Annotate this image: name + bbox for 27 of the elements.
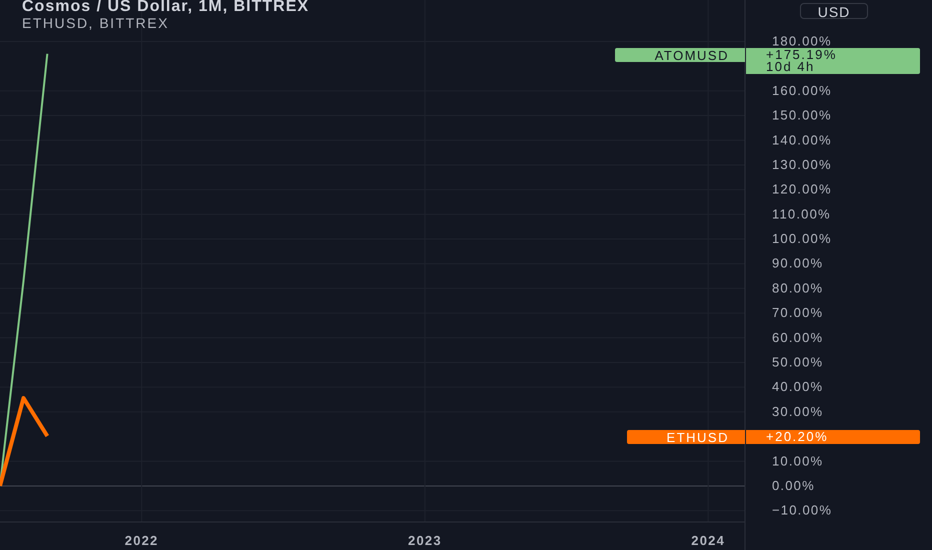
y-axis-label: 60.00%: [772, 330, 824, 345]
y-axis-label: 150.00%: [772, 108, 832, 123]
y-axis-label: 70.00%: [772, 305, 824, 320]
y-axis-label: 30.00%: [772, 404, 824, 419]
series-name-label: ATOMUSD: [614, 48, 745, 62]
y-axis-label: 110.00%: [772, 206, 831, 222]
series-name-label: ETHUSD: [626, 430, 745, 444]
y-axis-label: 10.00%: [772, 453, 824, 468]
y-axis-label: 120.00%: [772, 182, 832, 197]
y-axis-label: 130.00%: [772, 156, 832, 172]
x-axis-label: 2022: [124, 533, 158, 548]
x-axis-label: 2024: [691, 533, 726, 548]
y-axis-label: 160.00%: [772, 82, 832, 98]
chart-subtitle: ETHUSD, BITTREX: [22, 16, 170, 30]
y-axis-label: 80.00%: [772, 280, 824, 296]
y-axis-label: 180.00%: [772, 33, 832, 48]
y-axis-label: 90.00%: [772, 256, 824, 271]
y-axis-label: 100.00%: [772, 231, 832, 246]
series-value-label: +20.20%: [746, 430, 920, 444]
y-axis-label: 40.00%: [772, 379, 824, 394]
currency-button[interactable]: USD: [800, 3, 868, 19]
y-axis-label: 0.00%: [772, 478, 815, 493]
y-axis-label: 50.00%: [772, 354, 824, 370]
series-value-label: +175.19% 10d 4h: [746, 48, 920, 74]
y-axis-label: −10.00%: [772, 502, 832, 518]
y-axis-label: 140.00%: [772, 132, 832, 148]
x-axis-label: 2023: [408, 533, 442, 548]
